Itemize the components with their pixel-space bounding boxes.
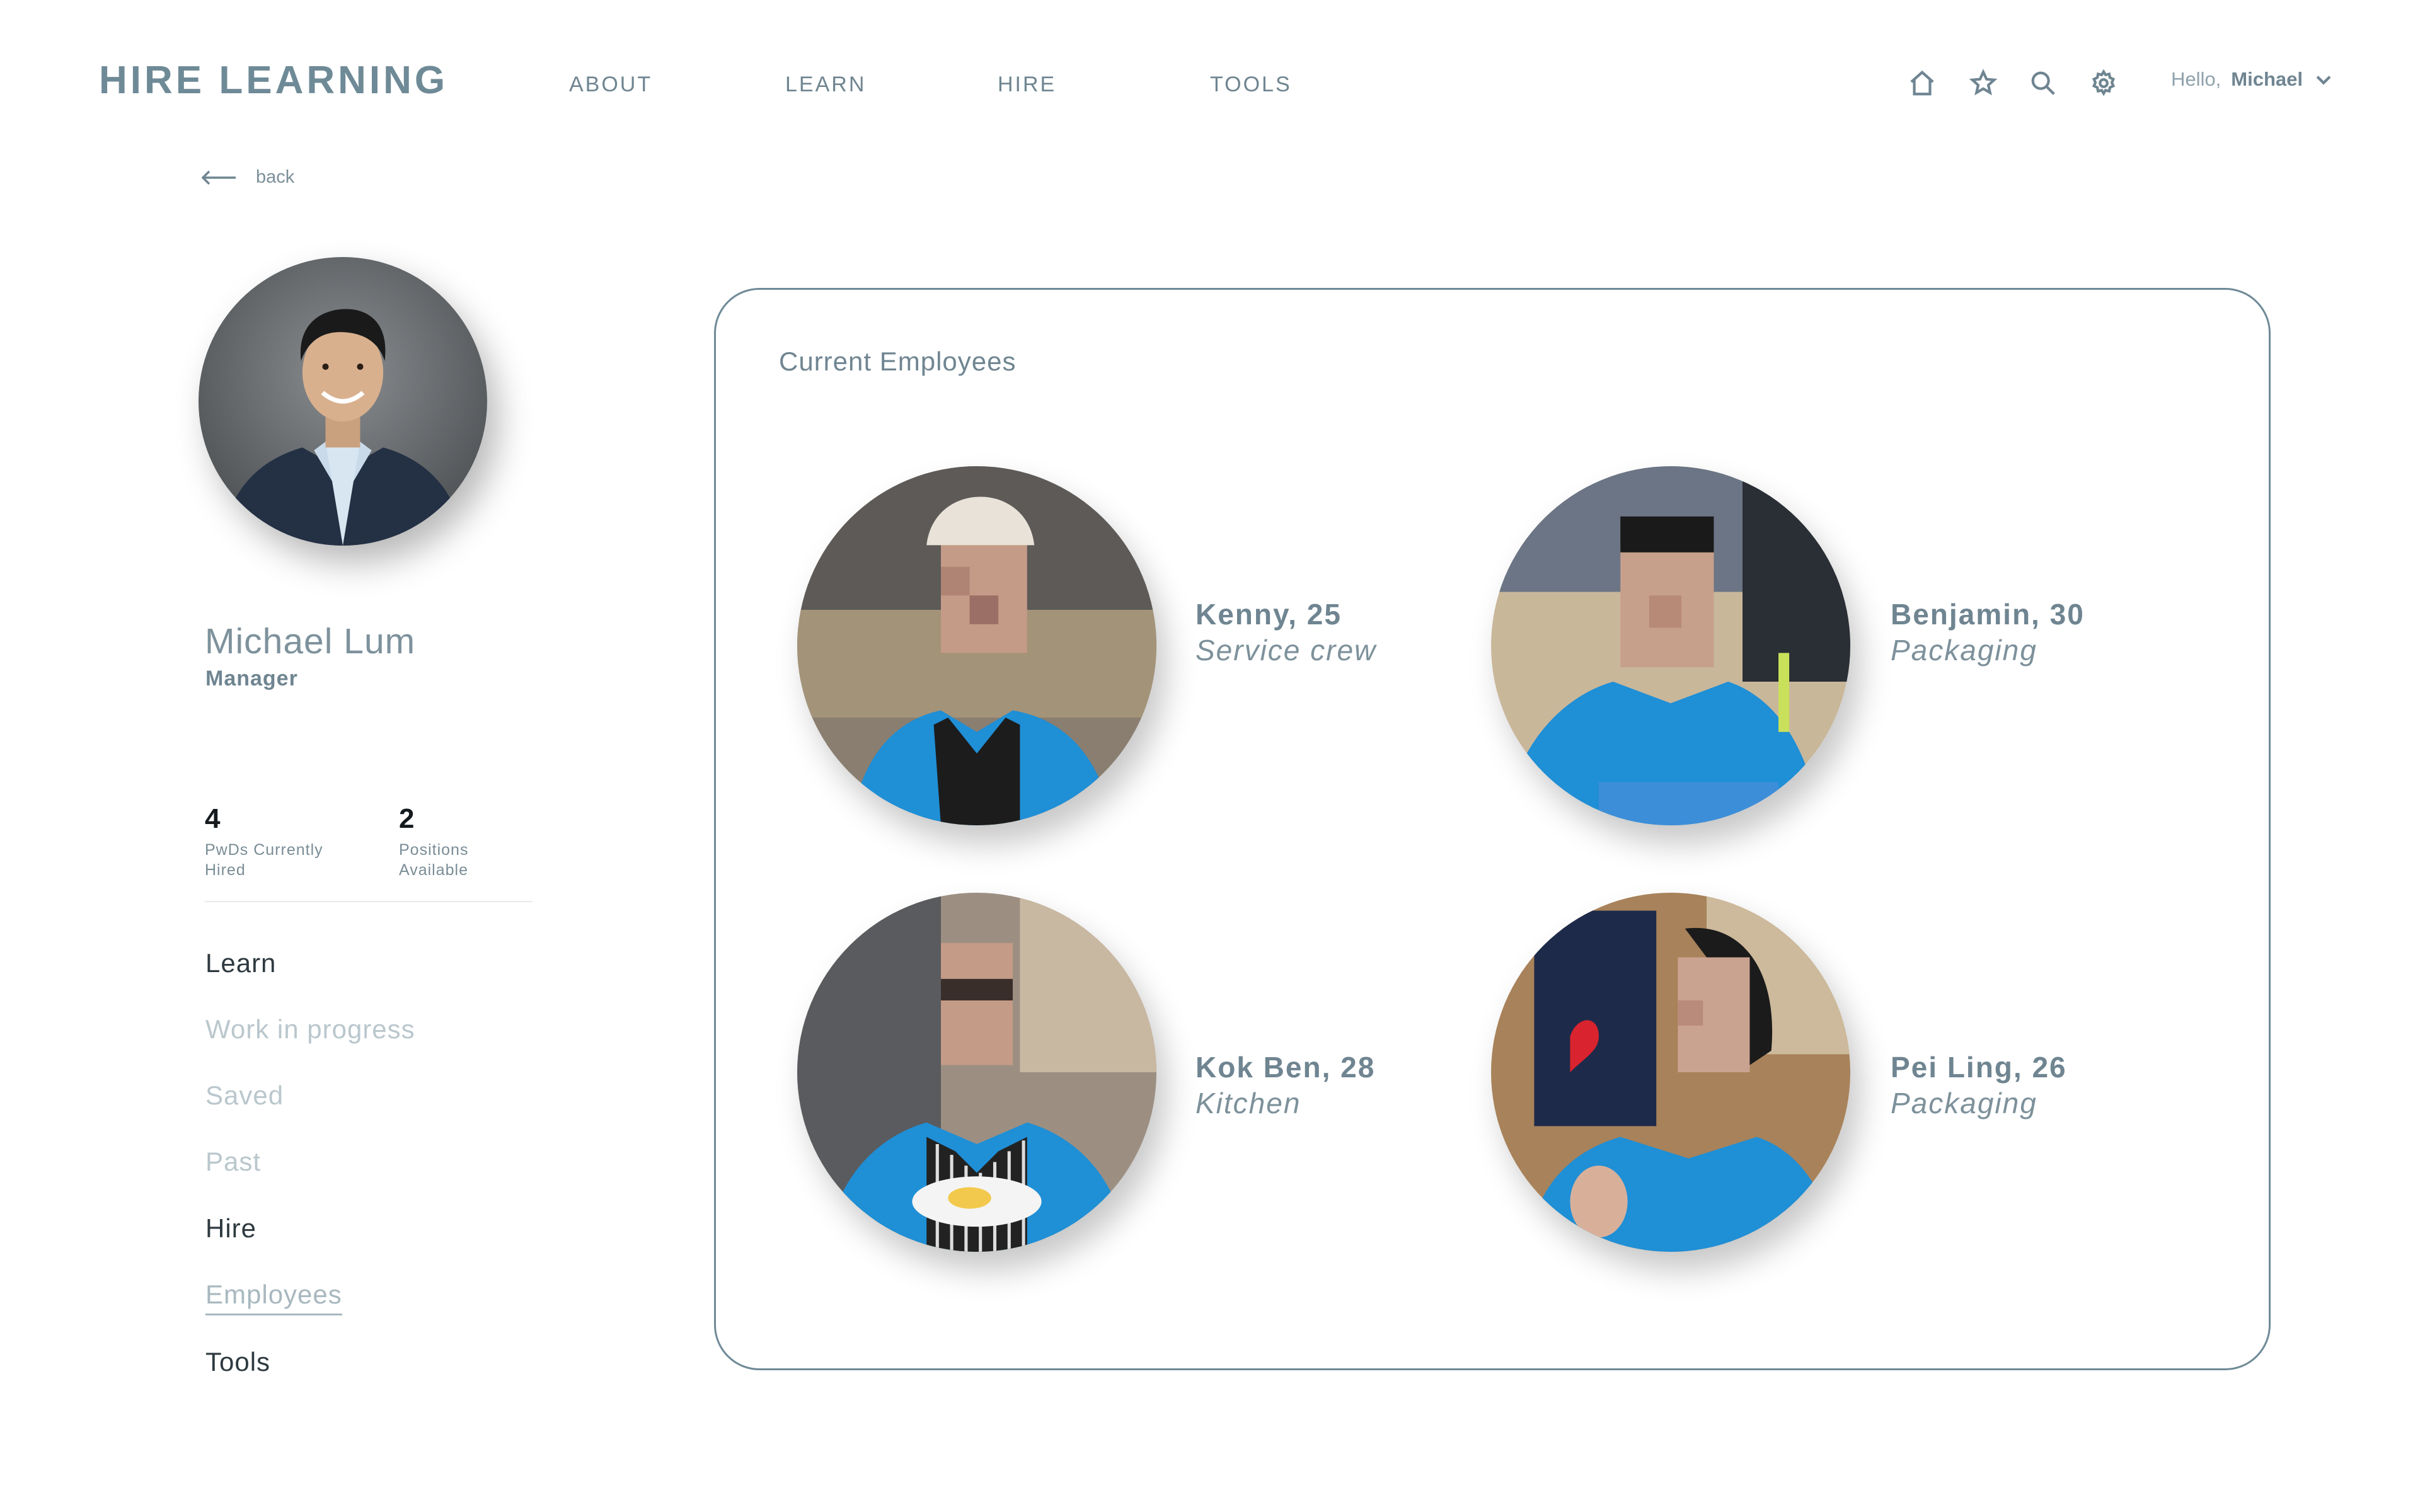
arrow-left-icon <box>201 170 236 185</box>
nav-learn[interactable]: LEARN <box>785 72 866 97</box>
employee-role-benjamin: Packaging <box>1891 634 2037 667</box>
employee-name-benjamin[interactable]: Benjamin, 30 <box>1891 597 2085 631</box>
employee-photo-pei-ling[interactable] <box>1491 893 1850 1252</box>
star-icon[interactable] <box>1967 67 2000 100</box>
sidebar-item-hire[interactable]: Hire <box>205 1213 256 1244</box>
employee-photo-kok-ben[interactable] <box>797 893 1156 1252</box>
home-icon[interactable] <box>1906 67 1939 100</box>
profile-role: Manager <box>205 667 298 690</box>
employee-photo-kenny[interactable] <box>797 466 1156 825</box>
user-name: Michael <box>2231 68 2303 90</box>
nav-tools[interactable]: TOOLS <box>1210 72 1292 97</box>
stat-positions-label: Positions Available <box>399 840 544 880</box>
gear-icon[interactable] <box>2087 67 2120 100</box>
avatar <box>199 257 487 546</box>
sidebar-item-past[interactable]: Past <box>205 1147 261 1177</box>
stat-positions-value: 2 <box>399 803 415 834</box>
stat-pwds-hired-value: 4 <box>205 803 221 834</box>
chevron-down-icon <box>2316 76 2331 85</box>
sidebar-item-work-in-progress[interactable]: Work in progress <box>205 1014 415 1045</box>
employee-name-pei-ling[interactable]: Pei Ling, 26 <box>1891 1050 2067 1084</box>
sidebar-item-employees[interactable]: Employees <box>205 1280 342 1315</box>
profile-name: Michael Lum <box>205 621 416 662</box>
stat-label-line: Positions <box>399 841 469 859</box>
back-label: back <box>256 167 295 187</box>
employee-photo-benjamin[interactable] <box>1491 466 1850 825</box>
stat-pwds-hired-label: PwDs Currently Hired <box>205 840 350 880</box>
search-icon[interactable] <box>2027 67 2060 100</box>
nav-about[interactable]: ABOUT <box>569 72 652 97</box>
stat-label-line: Available <box>399 861 469 879</box>
greeting-text: Hello, <box>2171 68 2221 90</box>
app-logo[interactable]: HIRE LEARNING <box>99 58 448 103</box>
stat-label-line: Hired <box>205 861 246 879</box>
user-menu[interactable]: Hello, Michael <box>2171 68 2334 91</box>
sidebar-item-tools[interactable]: Tools <box>205 1347 270 1377</box>
employee-role-pei-ling: Packaging <box>1891 1087 2037 1120</box>
nav-hire[interactable]: HIRE <box>998 72 1056 97</box>
profile-divider <box>205 901 533 902</box>
back-link[interactable]: back <box>200 167 294 188</box>
sidebar-item-learn[interactable]: Learn <box>205 948 276 978</box>
employee-role-kok-ben: Kitchen <box>1196 1087 1301 1120</box>
employee-name-kenny[interactable]: Kenny, 25 <box>1196 597 1342 631</box>
employee-name-kok-ben[interactable]: Kok Ben, 28 <box>1196 1050 1375 1084</box>
employee-role-kenny: Service crew <box>1196 634 1377 667</box>
sidebar-item-saved[interactable]: Saved <box>205 1080 284 1111</box>
card-title: Current Employees <box>779 346 1017 376</box>
stat-label-line: PwDs Currently <box>205 841 323 859</box>
